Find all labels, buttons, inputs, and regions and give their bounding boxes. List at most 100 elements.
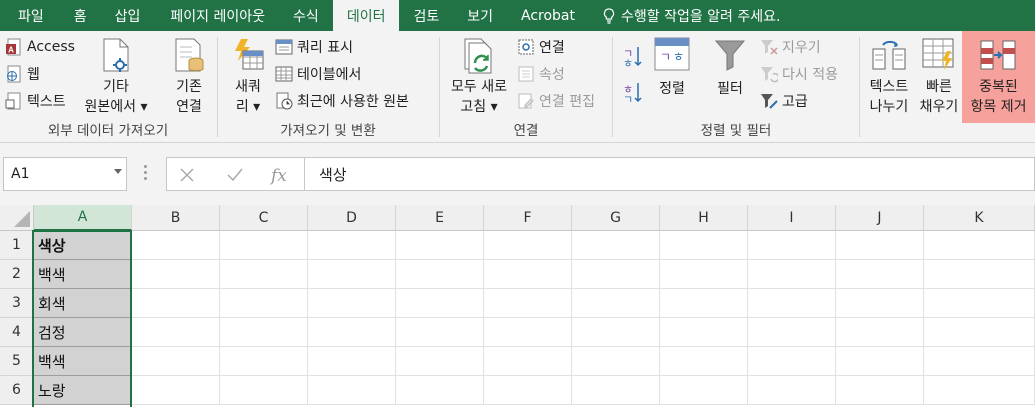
cell-g5[interactable] [572, 347, 660, 376]
tab-acrobat[interactable]: Acrobat [507, 0, 589, 31]
cell-c4[interactable] [220, 318, 308, 347]
connections-button[interactable]: 연결 [517, 36, 565, 58]
cell-a2[interactable]: 백색 [34, 260, 131, 289]
cell-b3[interactable] [132, 289, 220, 318]
cell-b1[interactable] [132, 231, 220, 260]
filter-button[interactable]: 필터 [706, 35, 754, 117]
cell-f1[interactable] [484, 231, 572, 260]
tab-review[interactable]: 검토 [399, 0, 453, 31]
column-header-e[interactable]: E [396, 205, 484, 231]
cell-g4[interactable] [572, 318, 660, 347]
from-table-button[interactable]: 테이블에서 [275, 63, 361, 85]
row-header-5[interactable]: 5 [0, 347, 34, 376]
cell-a3[interactable]: 회색 [34, 289, 131, 318]
cell-d5[interactable] [308, 347, 396, 376]
cell-d6[interactable] [308, 376, 396, 405]
formula-input[interactable]: 색상 [304, 157, 1035, 191]
select-all-button[interactable] [0, 205, 34, 231]
column-header-d[interactable]: D [308, 205, 396, 231]
text-file-button[interactable]: 텍스트 [5, 90, 66, 112]
row-header-2[interactable]: 2 [0, 260, 34, 289]
remove-duplicates-button[interactable]: 중복된 항목 제거 [962, 31, 1035, 123]
cell-f4[interactable] [484, 318, 572, 347]
cell-f5[interactable] [484, 347, 572, 376]
tab-home[interactable]: 홈 [62, 0, 99, 31]
chevron-down-icon[interactable] [114, 169, 122, 174]
cell-c1[interactable] [220, 231, 308, 260]
column-header-i[interactable]: I [748, 205, 836, 231]
properties-button[interactable]: 속성 [517, 63, 565, 85]
cell-j2[interactable] [836, 260, 924, 289]
clear-filter-button[interactable]: 지우기 [760, 36, 821, 58]
cell-e6[interactable] [396, 376, 484, 405]
cell-i2[interactable] [748, 260, 836, 289]
tab-insert[interactable]: 삽입 [99, 0, 157, 31]
cell-c2[interactable] [220, 260, 308, 289]
cell-k5[interactable] [924, 347, 1035, 376]
cell-j4[interactable] [836, 318, 924, 347]
cell-g6[interactable] [572, 376, 660, 405]
cell-i6[interactable] [748, 376, 836, 405]
enter-icon[interactable] [227, 168, 243, 182]
cell-a1[interactable]: 색상 [34, 231, 131, 260]
cell-i5[interactable] [748, 347, 836, 376]
cell-d1[interactable] [308, 231, 396, 260]
cell-k1[interactable] [924, 231, 1035, 260]
cell-k2[interactable] [924, 260, 1035, 289]
cell-e5[interactable] [396, 347, 484, 376]
cell-c5[interactable] [220, 347, 308, 376]
cell-g1[interactable] [572, 231, 660, 260]
cell-i4[interactable] [748, 318, 836, 347]
cell-e1[interactable] [396, 231, 484, 260]
cell-a6[interactable]: 노랑 [34, 376, 131, 405]
column-header-k[interactable]: K [924, 205, 1035, 231]
cell-a4[interactable]: 검정 [34, 318, 131, 347]
column-header-c[interactable]: C [220, 205, 308, 231]
cell-g3[interactable] [572, 289, 660, 318]
tab-file[interactable]: 파일 [0, 0, 62, 31]
tab-page-layout[interactable]: 페이지 레이아웃 [156, 0, 279, 31]
cell-f6[interactable] [484, 376, 572, 405]
cell-j1[interactable] [836, 231, 924, 260]
cell-d3[interactable] [308, 289, 396, 318]
new-query-button[interactable]: 새쿼 리 ▾ [225, 35, 271, 117]
cell-i3[interactable] [748, 289, 836, 318]
cell-e3[interactable] [396, 289, 484, 318]
cell-d2[interactable] [308, 260, 396, 289]
cell-c3[interactable] [220, 289, 308, 318]
cancel-icon[interactable] [180, 168, 194, 182]
existing-connections-button[interactable]: 기존 연결 [162, 35, 216, 117]
reapply-button[interactable]: 다시 적용 [760, 63, 838, 85]
cell-d4[interactable] [308, 318, 396, 347]
cell-h2[interactable] [660, 260, 748, 289]
cell-j6[interactable] [836, 376, 924, 405]
cell-h5[interactable] [660, 347, 748, 376]
access-button[interactable]: A Access [5, 36, 75, 58]
insert-function-icon[interactable]: fx [271, 166, 287, 186]
recent-sources-button[interactable]: 최근에 사용한 원본 [275, 90, 409, 112]
cell-k4[interactable] [924, 318, 1035, 347]
cell-f3[interactable] [484, 289, 572, 318]
row-header-1[interactable]: 1 [0, 231, 34, 260]
tell-me-search[interactable]: 수행할 작업을 알려 주세요. [589, 0, 780, 31]
other-sources-button[interactable]: 기타 원본에서 ▾ [80, 35, 152, 117]
row-header-6[interactable]: 6 [0, 376, 34, 405]
name-box[interactable]: A1 [3, 157, 127, 191]
cell-j3[interactable] [836, 289, 924, 318]
tab-data[interactable]: 데이터 [332, 0, 400, 31]
cell-i1[interactable] [748, 231, 836, 260]
cell-h1[interactable] [660, 231, 748, 260]
cell-g2[interactable] [572, 260, 660, 289]
column-header-g[interactable]: G [572, 205, 660, 231]
resize-handle[interactable] [144, 165, 147, 181]
cell-b4[interactable] [132, 318, 220, 347]
cell-e4[interactable] [396, 318, 484, 347]
cell-h6[interactable] [660, 376, 748, 405]
column-header-a[interactable]: A [34, 205, 132, 231]
cell-b2[interactable] [132, 260, 220, 289]
cell-b6[interactable] [132, 376, 220, 405]
cell-f2[interactable] [484, 260, 572, 289]
column-header-j[interactable]: J [836, 205, 924, 231]
cell-a5[interactable]: 백색 [34, 347, 131, 376]
sort-button[interactable]: ㄱㅎ 정렬 [648, 35, 696, 117]
